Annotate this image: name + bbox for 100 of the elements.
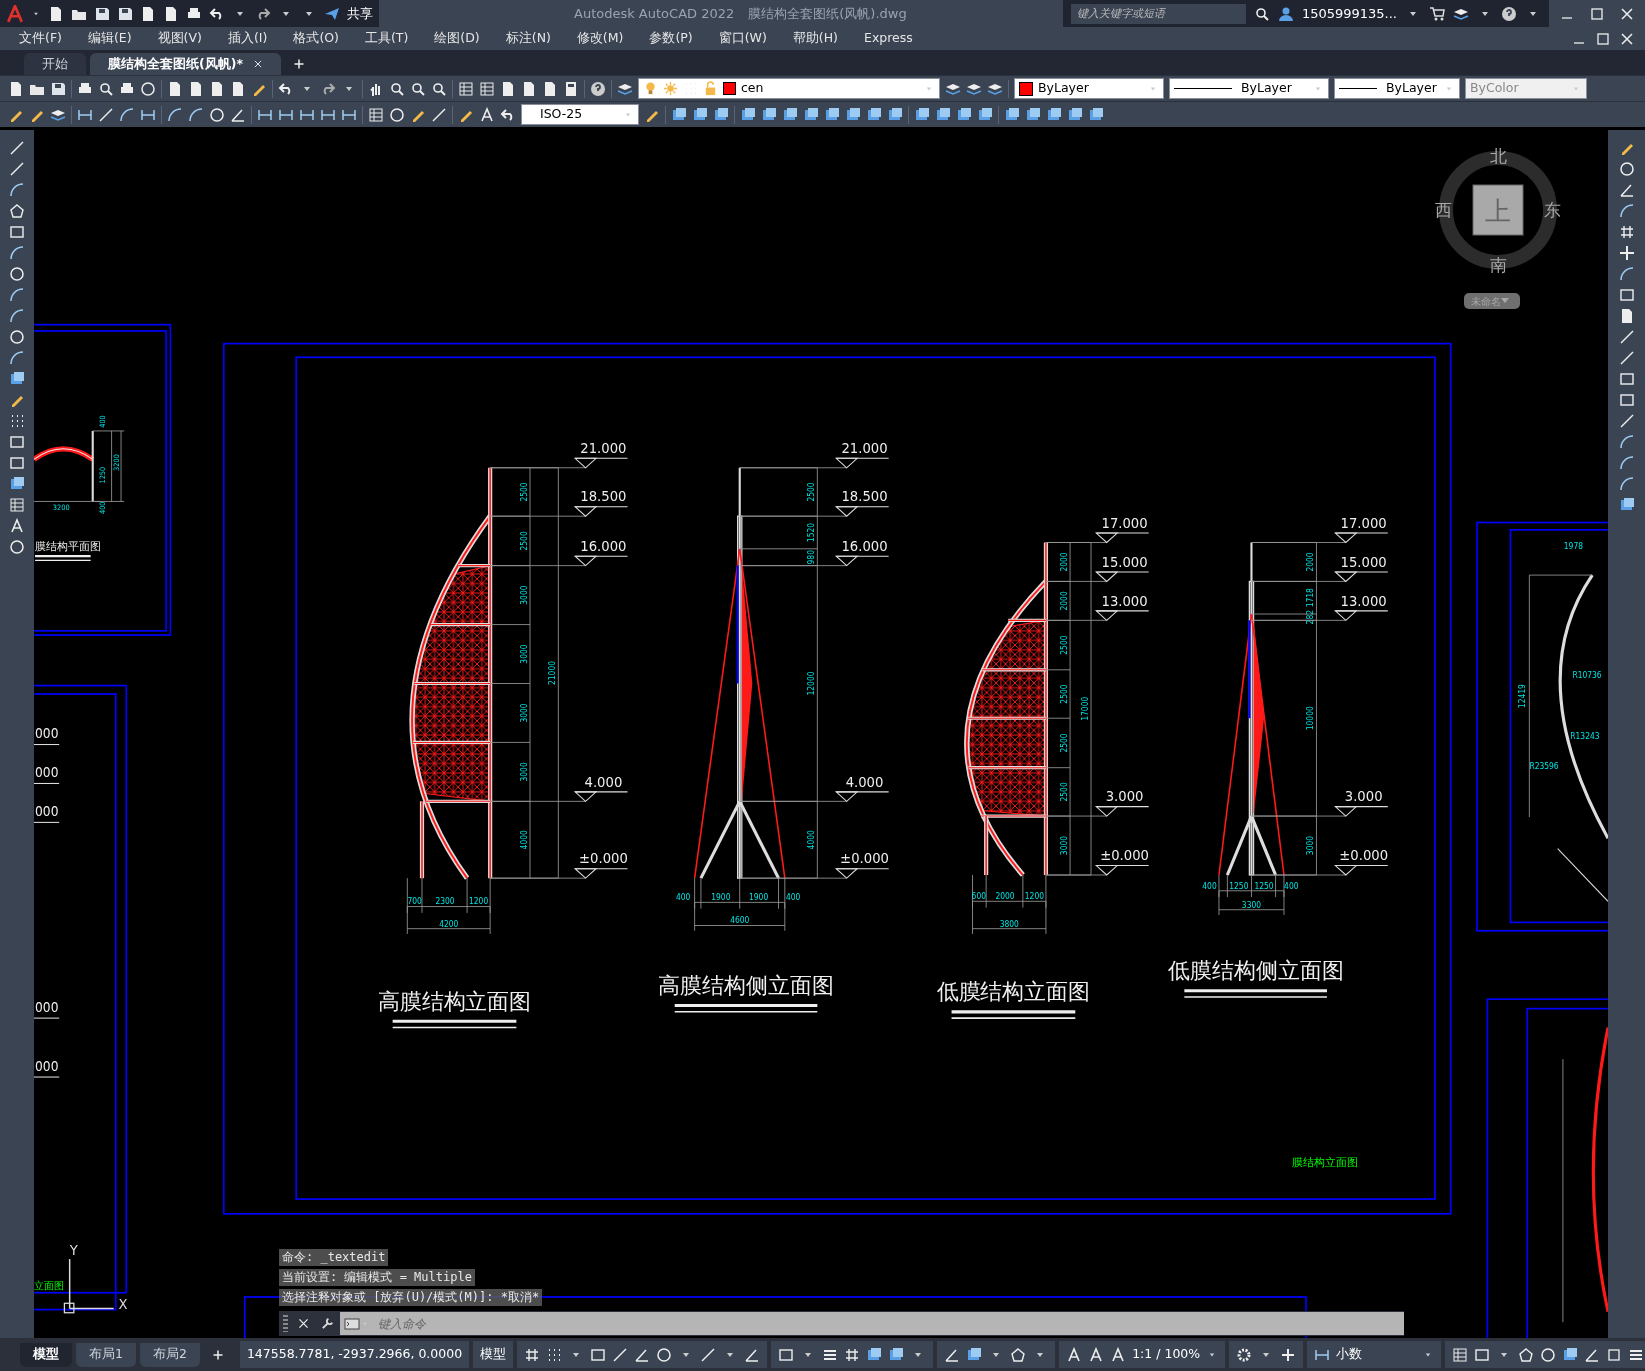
dimension-text: 1900 xyxy=(749,892,769,903)
elevation-label: 18.500 xyxy=(580,487,627,505)
coordinates-readout: 147558.7781, -2937.2966, 0.0000 xyxy=(239,1341,470,1368)
menu-item[interactable]: 视图(V) xyxy=(144,29,215,48)
elevation-label: 000 xyxy=(35,764,59,781)
layout-tab[interactable]: 布局2 xyxy=(139,1342,200,1367)
dimension-text: 3300 xyxy=(1241,899,1262,910)
dimension-text: 10000 xyxy=(1305,706,1316,731)
compass-label[interactable]: 东 xyxy=(1543,200,1561,220)
dimension-text: 2500 xyxy=(1058,684,1069,704)
elevation-label: 000 xyxy=(35,1057,59,1074)
menu-item[interactable]: 绘图(D) xyxy=(421,29,493,48)
dimension-text: 3000 xyxy=(518,644,529,664)
axis-label: X xyxy=(118,1294,128,1312)
elevation-label: ±0.000 xyxy=(579,849,628,867)
app-title: Autodesk AutoCAD 2022 xyxy=(574,4,735,23)
dimension-text: 4600 xyxy=(730,915,750,926)
menu-item[interactable]: 窗口(W) xyxy=(705,29,780,48)
dimension-text: 3000 xyxy=(1058,835,1069,856)
axis-label: Y xyxy=(69,1240,78,1258)
dimension-text: R10736 xyxy=(1572,670,1602,681)
dimension-text: 3000 xyxy=(1305,835,1316,856)
color-dropdown[interactable]: ByLayer xyxy=(1014,78,1164,99)
dimension-text: 12419 xyxy=(1517,684,1528,709)
elevation-label: 000 xyxy=(35,803,59,820)
dimension-text: 1200 xyxy=(1024,891,1044,902)
dimension-text: 400 xyxy=(1202,880,1217,891)
dimension-text: 2500 xyxy=(1058,635,1069,655)
elevation-label: 15.000 xyxy=(1101,552,1148,570)
dimension-text: 2300 xyxy=(435,896,455,907)
dimension-text: 400 xyxy=(675,892,691,903)
dimension-text: 600 xyxy=(971,891,986,902)
menu-item[interactable]: 文件(F) xyxy=(6,29,75,48)
dimension-text: 2500 xyxy=(1058,733,1069,753)
menu-item[interactable]: 帮助(H) xyxy=(779,29,851,48)
dimension-text: R13243 xyxy=(1570,731,1600,742)
elevation-label: ±0.000 xyxy=(840,849,889,867)
dimension-text: 4000 xyxy=(518,830,529,850)
dimension-text: 3000 xyxy=(518,703,529,723)
elevation-label: 16.000 xyxy=(580,536,627,554)
model-space-button[interactable]: 模型 xyxy=(473,1341,514,1368)
elevation-label: ±0.000 xyxy=(1339,846,1389,864)
menu-item[interactable]: 参数(P) xyxy=(636,29,706,48)
elevation-label: 21.000 xyxy=(841,439,888,457)
menu-item[interactable]: 插入(I) xyxy=(214,29,281,48)
elevation-label: 18.500 xyxy=(841,487,888,505)
document-tab[interactable]: 开始 xyxy=(24,53,86,75)
dimension-text: 2000 xyxy=(1305,552,1316,572)
dimension-text: 2000 xyxy=(1058,591,1069,611)
menu-item[interactable]: 编辑(E) xyxy=(74,29,145,48)
layout-tab[interactable]: 模型 xyxy=(20,1342,72,1367)
compass-label[interactable]: 北 xyxy=(1489,146,1507,166)
dimension-text: 400 xyxy=(786,892,801,903)
dimension-text: 2500 xyxy=(518,482,529,502)
dimension-text: 21000 xyxy=(547,660,558,685)
menu-item[interactable]: 修改(M) xyxy=(563,29,637,48)
dimension-text: 2500 xyxy=(518,531,529,551)
drawing-title: 低膜结构立面图 xyxy=(936,979,1091,1005)
menu-item[interactable]: Express xyxy=(851,29,926,48)
compass-label[interactable]: 南 xyxy=(1489,255,1507,275)
elevation-label: 000 xyxy=(35,725,59,742)
dimension-text: 2500 xyxy=(806,482,817,502)
menu-item[interactable]: 格式(O) xyxy=(280,29,352,48)
dimension-text: 980 xyxy=(806,550,817,565)
sheet-label: 立面图 xyxy=(34,1279,64,1291)
elevation-label: ±0.000 xyxy=(1100,846,1149,864)
elevation-label: 000 xyxy=(35,998,59,1015)
dimension-text: 1250 xyxy=(1254,880,1274,891)
dimension-text: 4000 xyxy=(806,830,817,850)
dimension-text: 1520 xyxy=(806,522,817,543)
elevation-label: 17.000 xyxy=(1101,513,1148,531)
dimension-text: 3000 xyxy=(518,762,529,782)
dimension-text: 2000 xyxy=(995,891,1015,902)
lineweight-dropdown[interactable]: ByLayer xyxy=(1334,78,1460,99)
drawing-title: 膜结构平面图 xyxy=(35,539,101,552)
drawing-title: 高膜结构立面图 xyxy=(377,988,532,1014)
menu-item[interactable]: 标注(N) xyxy=(492,29,564,48)
dimension-text: 1200 xyxy=(469,896,489,907)
search-field[interactable]: 键入关键字或短语 xyxy=(1070,3,1246,24)
share-button[interactable]: 共享 xyxy=(347,3,373,24)
menu-item[interactable]: 工具(T) xyxy=(351,29,422,48)
elevation-label: 4.000 xyxy=(845,772,884,790)
dimension-text: 2500 xyxy=(1058,782,1069,802)
dimension-text: 700 xyxy=(407,896,422,907)
sheet-label: 膜结构立面图 xyxy=(1291,1156,1358,1169)
layer-dropdown[interactable]: cen xyxy=(638,78,940,99)
linetype-dropdown[interactable]: ByLayer xyxy=(1169,78,1329,99)
dimension-text: 4200 xyxy=(439,918,459,929)
dimension-text: 17000 xyxy=(1079,696,1090,721)
elevation-label: 13.000 xyxy=(1101,591,1148,609)
dimension-style-dropdown[interactable]: ISO-25 xyxy=(521,104,639,125)
user-name[interactable]: 1505999135... xyxy=(1301,3,1397,24)
dimension-text: 2000 xyxy=(1058,552,1069,572)
document-title: 膜结构全套图纸(风帆).dwg xyxy=(748,4,907,23)
dimension-text: 1718 xyxy=(1305,588,1316,608)
layout-tab[interactable]: 布局1 xyxy=(76,1342,136,1367)
dimension-text: 12000 xyxy=(806,671,817,696)
compass-label[interactable]: 西 xyxy=(1434,200,1452,220)
document-tab[interactable]: 膜结构全套图纸(风帆)* xyxy=(90,53,281,75)
elevation-label: 21.000 xyxy=(580,439,627,457)
